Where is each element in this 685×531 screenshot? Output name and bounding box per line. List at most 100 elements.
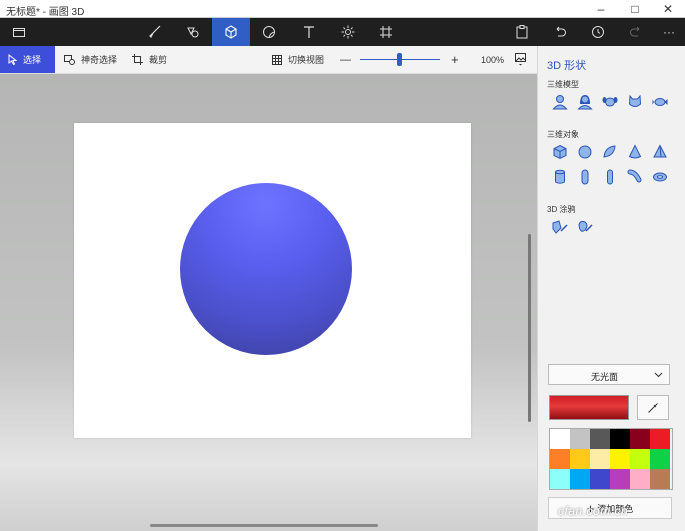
- objects-row-2: [551, 168, 669, 186]
- history-button[interactable]: [579, 18, 617, 46]
- paste-button[interactable]: [503, 18, 541, 46]
- cylinder-button[interactable]: [551, 168, 569, 186]
- current-color-swatch[interactable]: [549, 395, 629, 420]
- bent-tube-icon: [627, 169, 642, 183]
- color-swatch[interactable]: [630, 429, 650, 449]
- horizontal-scrollbar[interactable]: [150, 524, 378, 527]
- color-swatch[interactable]: [570, 469, 590, 489]
- toggle-view-button[interactable]: 切换视图: [272, 46, 324, 73]
- effects-tab[interactable]: [329, 18, 367, 46]
- doodle-section-label: 3D 涂鸦: [547, 205, 576, 214]
- workspace: [0, 74, 537, 531]
- color-swatch[interactable]: [570, 429, 590, 449]
- panel-title: 3D 形状: [547, 60, 587, 72]
- image-icon: [515, 53, 526, 66]
- sharp-doodle-icon: [552, 220, 568, 234]
- tool-options-bar: 选择 神奇选择 裁剪 切换视图 — + 100%: [0, 46, 537, 74]
- objects-row-1: [551, 143, 669, 161]
- sharp-doodle-button[interactable]: [551, 218, 569, 236]
- finish-dropdown[interactable]: 无光面: [548, 364, 670, 385]
- color-swatch[interactable]: [590, 469, 610, 489]
- bent-tube-button[interactable]: [626, 168, 644, 186]
- canvas-icon: [380, 26, 392, 38]
- 3d-sphere-object[interactable]: [180, 183, 352, 355]
- cone-icon: [628, 144, 642, 159]
- brushes-tab[interactable]: [136, 18, 174, 46]
- undo-icon: [556, 26, 566, 37]
- color-swatch[interactable]: [610, 449, 630, 469]
- cone-button[interactable]: [626, 143, 644, 161]
- cursor-icon: [8, 54, 17, 65]
- ribbon: ···: [0, 18, 685, 46]
- zoom-slider-thumb[interactable]: [397, 53, 402, 66]
- tube-icon: [607, 169, 613, 185]
- canvas-tab[interactable]: [367, 18, 405, 46]
- menu-button[interactable]: [0, 18, 38, 46]
- zoom-value: 100%: [481, 54, 505, 65]
- sphere-button[interactable]: [576, 143, 594, 161]
- doodle-row: [551, 218, 594, 236]
- vertical-scrollbar[interactable]: [528, 234, 531, 422]
- zoom-in-button[interactable]: +: [451, 46, 459, 73]
- text-tab[interactable]: [290, 18, 328, 46]
- more-button[interactable]: ···: [650, 18, 685, 46]
- select-button[interactable]: 选择: [0, 46, 55, 73]
- fish-model-button[interactable]: [651, 93, 669, 111]
- brush-icon: [149, 25, 161, 39]
- watermark: cfan.com.cn: [558, 504, 629, 518]
- effects-icon: [341, 25, 355, 39]
- sphere-icon: [578, 145, 592, 159]
- hemisphere-button[interactable]: [601, 143, 619, 161]
- pyramid-button[interactable]: [651, 143, 669, 161]
- toggle-view-label: 切换视图: [288, 55, 325, 65]
- color-swatch[interactable]: [630, 469, 650, 489]
- window-title: 无标题* - 画图 3D: [6, 7, 85, 18]
- color-swatch[interactable]: [650, 429, 670, 449]
- color-swatch[interactable]: [630, 449, 650, 469]
- color-swatch[interactable]: [610, 429, 630, 449]
- drawing-canvas[interactable]: [74, 123, 471, 438]
- history-icon: [592, 26, 604, 38]
- stickers-tab[interactable]: [250, 18, 288, 46]
- magic-select-button[interactable]: 神奇选择: [64, 46, 117, 73]
- color-swatch[interactable]: [570, 449, 590, 469]
- redo-icon: [630, 26, 640, 37]
- color-swatch[interactable]: [650, 469, 670, 489]
- color-swatch[interactable]: [650, 449, 670, 469]
- magic-select-label: 神奇选择: [81, 55, 118, 65]
- stickers-icon: [263, 26, 275, 38]
- color-swatch[interactable]: [550, 469, 570, 489]
- man-model-button[interactable]: [551, 93, 569, 111]
- dog-model-button[interactable]: [601, 93, 619, 111]
- maximize-button[interactable]: □: [618, 0, 652, 18]
- color-swatch[interactable]: [550, 429, 570, 449]
- title-bar: 无标题* - 画图 3D – □ ✕: [0, 0, 685, 18]
- crop-button[interactable]: 裁剪: [132, 46, 167, 73]
- models-section-label: 三维模型: [547, 80, 579, 89]
- chevron-down-icon: [654, 372, 663, 378]
- dog-icon: [602, 97, 618, 107]
- image-view-button[interactable]: [515, 46, 526, 73]
- objects-section-label: 三维对象: [547, 130, 579, 139]
- 2d-shapes-tab[interactable]: [174, 18, 212, 46]
- cat-model-button[interactable]: [626, 93, 644, 111]
- magic-select-icon: [64, 54, 75, 65]
- torus-button[interactable]: [651, 168, 669, 186]
- zoom-out-button[interactable]: —: [340, 46, 351, 73]
- eyedropper-button[interactable]: [637, 395, 669, 420]
- capsule-button[interactable]: [576, 168, 594, 186]
- undo-button[interactable]: [541, 18, 579, 46]
- minimize-button[interactable]: –: [584, 0, 618, 18]
- cube-button[interactable]: [551, 143, 569, 161]
- 3d-shapes-tab[interactable]: [212, 18, 250, 46]
- woman-model-button[interactable]: [576, 93, 594, 111]
- zoom-slider[interactable]: [360, 46, 442, 73]
- color-swatch[interactable]: [590, 449, 610, 469]
- color-swatch[interactable]: [590, 429, 610, 449]
- soft-doodle-button[interactable]: [576, 218, 594, 236]
- color-swatch[interactable]: [550, 449, 570, 469]
- color-swatch[interactable]: [610, 469, 630, 489]
- cylinder-icon: [555, 169, 565, 184]
- tube-button[interactable]: [601, 168, 619, 186]
- close-button[interactable]: ✕: [651, 0, 685, 18]
